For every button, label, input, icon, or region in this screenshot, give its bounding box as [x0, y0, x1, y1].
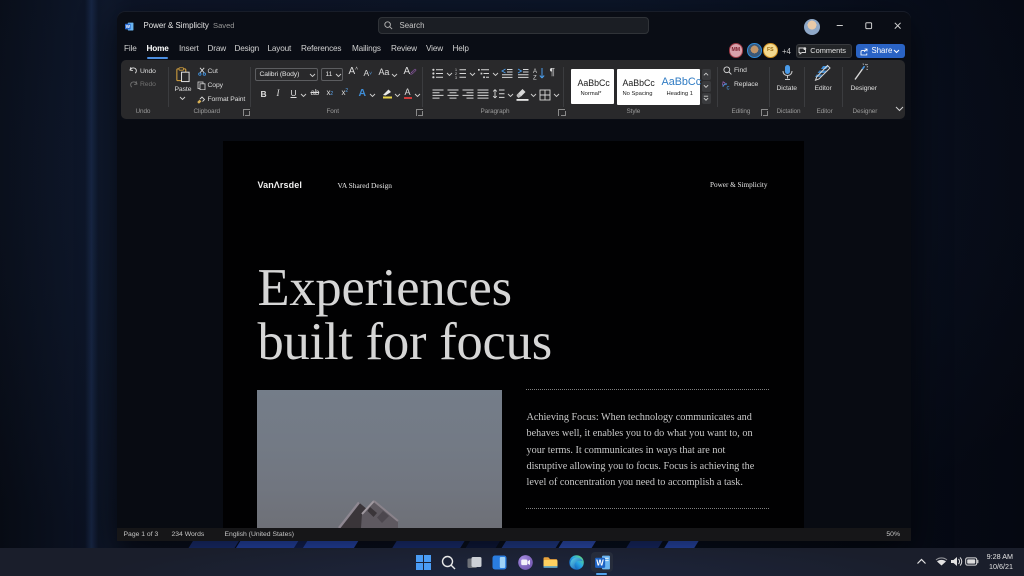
- svg-text:c: c: [726, 86, 729, 91]
- svg-text:Z: Z: [533, 76, 537, 81]
- svg-text:A: A: [533, 69, 537, 75]
- svg-text:W: W: [596, 558, 604, 567]
- svg-text:3: 3: [455, 76, 457, 79]
- svg-text:W: W: [126, 24, 131, 29]
